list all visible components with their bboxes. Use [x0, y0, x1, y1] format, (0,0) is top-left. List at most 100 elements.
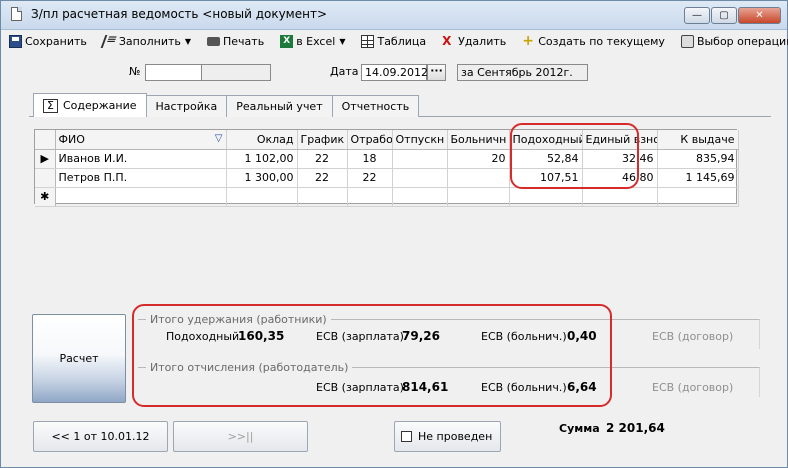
save-icon [9, 34, 22, 48]
print-button[interactable]: Печать [203, 32, 268, 50]
title-bar: З/пл расчетная ведомость <новый документ… [1, 1, 787, 30]
cell-sick[interactable]: 20 [447, 149, 510, 169]
cell-empty[interactable] [447, 187, 510, 207]
cell-empty[interactable] [55, 187, 227, 207]
previous-document-button[interactable]: << 1 от 10.01.12 [33, 421, 168, 452]
cell-income-tax[interactable]: 107,51 [509, 168, 583, 188]
cell-empty[interactable] [582, 187, 658, 207]
table-row[interactable]: Петров П.П. 1 300,00 22 22 107,51 46,80 … [35, 168, 739, 188]
maximize-button[interactable]: ▢ [711, 7, 737, 24]
withholdings-esv-contract-label: ЕСВ (договор) [652, 330, 734, 343]
column-header-income-tax[interactable]: Подоходный [509, 130, 583, 150]
cell-empty[interactable] [297, 187, 348, 207]
table-row[interactable]: ▶ Иванов И.И. 1 102,00 22 18 20 52,84 32… [35, 149, 739, 169]
withholdings-esv-sick-label: ЕСВ (больнич.) [481, 330, 567, 343]
filter-icon[interactable]: ▽ [215, 133, 223, 144]
cell-salary[interactable]: 1 300,00 [226, 168, 298, 188]
table-label: Таблица [377, 34, 427, 48]
cell-vacation[interactable] [392, 168, 448, 188]
column-header-schedule[interactable]: График [297, 130, 348, 150]
fill-button[interactable]: Заполнить ▼ [99, 32, 195, 50]
date-input[interactable]: 14.09.2012 [361, 64, 428, 81]
withholdings-title: Итого удержания (работники) [146, 313, 331, 326]
contributions-esv-contract-label: ЕСВ (договор) [652, 381, 734, 394]
cell-empty[interactable] [226, 187, 298, 207]
tab-real-accounting[interactable]: Реальный учет [226, 95, 333, 117]
plus-icon: + [522, 32, 534, 49]
fill-dropdown-arrow-icon[interactable]: ▼ [185, 37, 191, 46]
column-header-salary[interactable]: Оклад [226, 130, 298, 150]
document-icon [11, 7, 22, 21]
table-icon [361, 34, 375, 48]
cell-worked[interactable]: 22 [347, 168, 393, 188]
print-label: Печать [223, 34, 265, 48]
choose-operation-button[interactable]: Выбор операции [677, 32, 788, 50]
save-button[interactable]: Сохранить [5, 32, 91, 50]
cell-empty[interactable] [347, 187, 393, 207]
excel-button[interactable]: X в Excel ▼ [276, 32, 349, 50]
tab-reporting[interactable]: Отчетность [331, 95, 420, 117]
cell-salary[interactable]: 1 102,00 [226, 149, 298, 169]
tab-strip: Σ Содержание Настройка Реальный учет Отч… [33, 93, 420, 117]
row-marker-icon[interactable] [35, 168, 56, 188]
calculate-button[interactable]: Расчет [32, 314, 126, 403]
posted-status-toggle[interactable]: Не проведен [394, 421, 501, 452]
delete-button[interactable]: X Удалить [438, 32, 510, 50]
tab-real-accounting-label: Реальный учет [236, 100, 323, 113]
cell-schedule[interactable]: 22 [297, 149, 348, 169]
total-value: 2 201,64 [606, 421, 665, 435]
cell-vacation[interactable] [392, 149, 448, 169]
cell-worked[interactable]: 18 [347, 149, 393, 169]
column-header-vacation[interactable]: Отпускн [392, 130, 448, 150]
table-button[interactable]: Таблица [357, 32, 430, 50]
cell-empty[interactable] [392, 187, 448, 207]
contributions-title: Итого отчисления (работодатель) [146, 361, 353, 374]
cell-schedule[interactable]: 22 [297, 168, 348, 188]
column-header-worked[interactable]: Отрабо [347, 130, 393, 150]
cell-sick[interactable] [447, 168, 510, 188]
row-marker-icon[interactable]: ▶ [35, 149, 56, 169]
delete-label: Удалить [458, 34, 507, 48]
tab-contents-label: Содержание [63, 99, 137, 112]
date-picker-button[interactable]: ··· [427, 64, 446, 81]
posted-checkbox[interactable] [401, 431, 412, 442]
cell-empty[interactable] [509, 187, 583, 207]
cell-fio[interactable]: Иванов И.И. [55, 149, 227, 169]
cell-fio[interactable]: Петров П.П. [55, 168, 227, 188]
number-input[interactable] [145, 64, 202, 81]
tab-contents[interactable]: Σ Содержание [33, 93, 147, 117]
column-header-fio[interactable]: ФИО ▽ [55, 130, 227, 150]
close-button[interactable]: ✕ [738, 7, 781, 24]
new-row[interactable]: ✱ [35, 187, 739, 207]
column-header-single-contribution[interactable]: Единый взно [582, 130, 658, 150]
cell-income-tax[interactable]: 52,84 [509, 149, 583, 169]
document-window: З/пл расчетная ведомость <новый документ… [0, 0, 788, 468]
payroll-grid[interactable]: ФИО ▽ Оклад График Отрабо Отпускн Больни… [34, 129, 739, 207]
sigma-icon: Σ [43, 98, 58, 113]
window-controls: — ▢ ✕ [684, 7, 781, 24]
fill-icon [100, 34, 119, 48]
withholdings-esv-salary-label: ЕСВ (зарплата) [316, 330, 404, 343]
new-row-icon[interactable]: ✱ [35, 187, 56, 207]
withholdings-income-label: Подоходный [166, 330, 240, 343]
create-from-current-label: Создать по текущему [538, 34, 665, 48]
minimize-button[interactable]: — [684, 7, 710, 24]
cell-single-contribution[interactable]: 32,46 [582, 149, 658, 169]
cell-empty[interactable] [657, 187, 739, 207]
cell-to-pay[interactable]: 1 145,69 [657, 168, 739, 188]
next-document-button[interactable]: >>|| [173, 421, 308, 452]
excel-dropdown-arrow-icon[interactable]: ▼ [339, 37, 345, 46]
tab-settings-label: Настройка [155, 100, 218, 113]
tab-settings[interactable]: Настройка [145, 95, 228, 117]
create-from-current-button[interactable]: + Создать по текущему [518, 32, 669, 50]
column-header-sick[interactable]: Больничн [447, 130, 510, 150]
column-header-to-pay[interactable]: К выдаче [657, 130, 739, 150]
save-label: Сохранить [25, 34, 87, 48]
tab-reporting-label: Отчетность [341, 100, 410, 113]
cell-single-contribution[interactable]: 46,80 [582, 168, 658, 188]
choose-operation-label: Выбор операции [696, 34, 788, 48]
excel-label: в Excel [296, 34, 336, 48]
cell-to-pay[interactable]: 835,94 [657, 149, 739, 169]
contributions-esv-salary-label: ЕСВ (зарплата) [316, 381, 404, 394]
number-label: № [129, 65, 141, 78]
